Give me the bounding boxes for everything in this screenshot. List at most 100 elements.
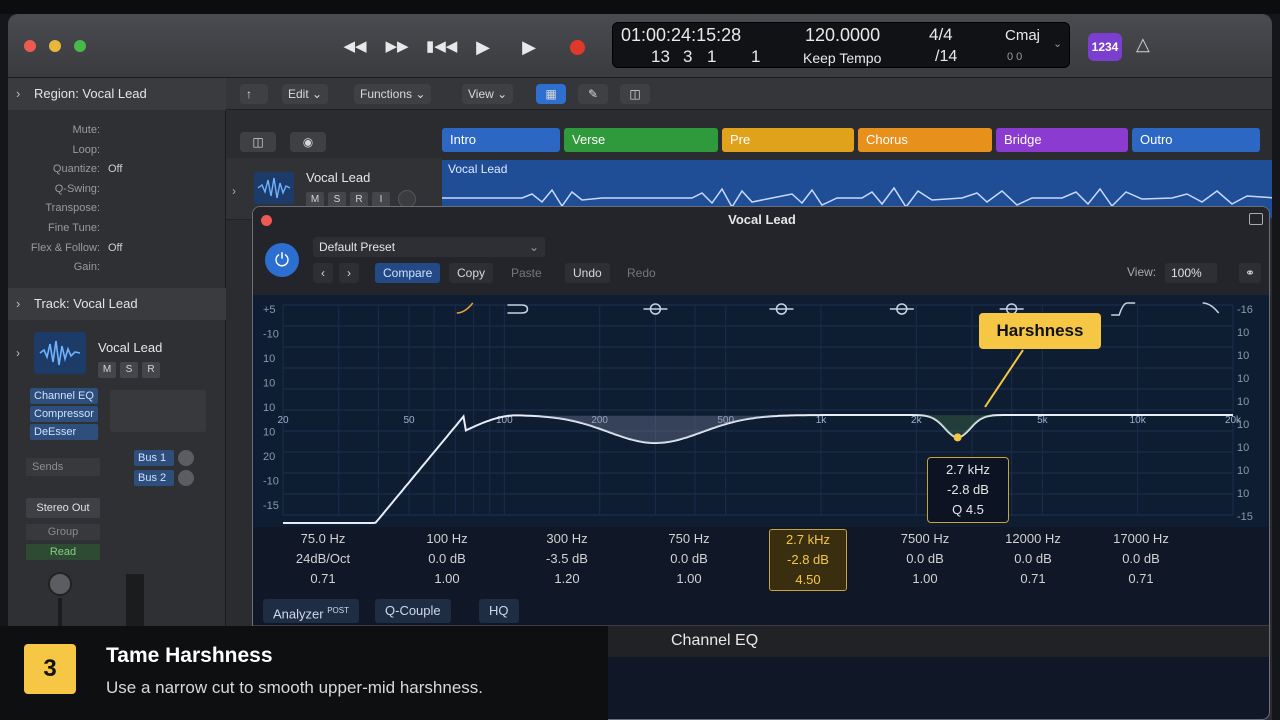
insert-slot-compressor[interactable]: Compressor	[30, 406, 98, 422]
callout-leader-line	[984, 349, 1024, 408]
param-value: Off	[108, 163, 123, 176]
insert-slot-deesser[interactable]: DeEsser	[30, 424, 98, 440]
stop-icon[interactable]: ▶	[514, 35, 544, 59]
zoom-window-button[interactable]	[74, 40, 86, 52]
section-marker-pre[interactable]: Pre	[722, 128, 854, 152]
rewind-icon[interactable]: ◀◀	[340, 35, 370, 59]
db-tick-label: -15	[1237, 511, 1253, 523]
functions-menu-label: Functions	[360, 87, 413, 101]
track-title: Track: Vocal Lead	[34, 296, 138, 311]
functions-menu[interactable]: Functions ⌄	[354, 84, 432, 104]
mute-button[interactable]: M	[98, 362, 116, 378]
global-tracks-icon[interactable]: ◉	[290, 132, 326, 152]
step-number: 3	[24, 644, 76, 694]
db-tick-label: 10	[263, 353, 275, 365]
insert-slot-channel-eq[interactable]: Channel EQ	[30, 388, 98, 404]
catch-icon[interactable]: ▦	[536, 84, 566, 104]
band-q: 1.00	[912, 571, 938, 586]
section-marker-intro[interactable]: Intro	[442, 128, 560, 152]
send-bus-1[interactable]: Bus 1	[134, 450, 174, 466]
fast-forward-icon[interactable]: ▶▶	[382, 35, 412, 59]
pencil-tool-icon[interactable]: ✎	[578, 84, 608, 104]
hq-button[interactable]: HQ	[479, 599, 519, 623]
previous-preset-icon[interactable]: ‹	[313, 263, 333, 283]
solo-button[interactable]: S	[120, 362, 138, 378]
db-tick-label: 10	[1237, 442, 1249, 454]
send-bus-2[interactable]: Bus 2	[134, 470, 174, 486]
paste-button[interactable]: Paste	[503, 263, 550, 283]
redo-button[interactable]: Redo	[619, 263, 664, 283]
band-column[interactable]: 7500 Hz 0.0 dB 1.00	[875, 529, 975, 589]
frequency-tick-label: 20	[277, 415, 289, 426]
band-q: 0.71	[1128, 571, 1154, 586]
db-tick-label: -15	[263, 500, 279, 512]
automation-mode[interactable]: Read	[26, 544, 100, 560]
db-tick-label: 10	[263, 402, 275, 414]
empty-insert-area	[110, 390, 206, 432]
band-column[interactable]: 12000 Hz 0.0 dB 0.71	[983, 529, 1083, 589]
send-knob[interactable]	[178, 470, 194, 486]
band-column[interactable]: 2.7 kHz -2.8 dB 4.50	[769, 529, 847, 591]
logic-window: ◀◀ ▶▶ ▮◀◀ ▶ ▶ 01:00:24:15:28 13 3 1 1 12…	[8, 14, 1272, 720]
band-freq: 750 Hz	[668, 531, 710, 546]
lcd-display[interactable]: 01:00:24:15:28 13 3 1 1 120.0000 Keep Te…	[612, 22, 1070, 68]
view-menu[interactable]: View ⌄	[462, 84, 514, 104]
preset-menu[interactable]: Default Preset ⌄	[313, 237, 545, 257]
key-sub: 0 0	[1007, 51, 1023, 63]
waveform-track-icon	[34, 332, 86, 374]
band-column[interactable]: 75.0 Hz 24dB/Oct 0.71	[273, 529, 373, 589]
track-inspector-header[interactable]: › Track: Vocal Lead	[8, 288, 226, 320]
section-marker-chorus[interactable]: Chorus	[858, 128, 992, 152]
marquee-tool-icon[interactable]: ◫	[620, 84, 650, 104]
next-preset-icon[interactable]: ›	[339, 263, 359, 283]
pan-knob[interactable]	[48, 572, 72, 596]
edit-menu-label: Edit	[288, 87, 309, 101]
region-inspector-header[interactable]: › Region: Vocal Lead	[8, 78, 226, 110]
undo-button[interactable]: Undo	[565, 263, 610, 283]
chevron-down-icon: ⌄	[528, 240, 539, 254]
q-couple-button[interactable]: Q-Couple	[375, 599, 451, 623]
band-column[interactable]: 100 Hz 0.0 dB 1.00	[397, 529, 497, 589]
send-knob[interactable]	[178, 450, 194, 466]
power-icon[interactable]: ⏻	[265, 243, 299, 277]
section-marker-bridge[interactable]: Bridge	[996, 128, 1128, 152]
compare-button[interactable]: Compare	[375, 263, 441, 283]
play-icon[interactable]: ▶	[468, 35, 498, 59]
band-column[interactable]: 17000 Hz 0.0 dB 0.71	[1091, 529, 1191, 589]
inspector-track-name: Vocal Lead	[98, 340, 163, 355]
band-column[interactable]: 750 Hz 0.0 dB 1.00	[639, 529, 739, 589]
window-minimize-icon[interactable]	[1249, 213, 1263, 225]
band-column[interactable]: 300 Hz -3.5 dB 1.20	[517, 529, 617, 589]
section-marker-outro[interactable]: Outro	[1132, 128, 1260, 152]
eq-graph[interactable]: 20 50 100 200 500 1k 2k 5k 10k 20k +5 -10 10 10 10 10 20…	[253, 295, 1269, 527]
sends-slot[interactable]: Sends	[26, 458, 100, 476]
edit-menu[interactable]: Edit ⌄	[282, 84, 329, 104]
copy-button[interactable]: Copy	[449, 263, 494, 283]
analyzer-button[interactable]: Analyzer POST	[263, 599, 359, 623]
chevron-down-icon[interactable]: ⌄	[1053, 37, 1062, 50]
close-window-button[interactable]	[24, 40, 36, 52]
view-menu-label: View	[468, 87, 494, 101]
output-slot[interactable]: Stereo Out	[26, 498, 100, 518]
count-in-badge[interactable]: 1234	[1088, 33, 1122, 61]
band-q: 0.71	[1020, 571, 1046, 586]
track-view-icon[interactable]: ◫	[240, 132, 276, 152]
zoom-select[interactable]: 100%	[1165, 263, 1217, 283]
beat-counter: 3	[683, 47, 693, 66]
link-icon[interactable]: ⚭	[1239, 263, 1261, 283]
db-tick-label: -10	[263, 329, 279, 341]
record-enable-button[interactable]: R	[142, 362, 160, 378]
record-icon[interactable]	[570, 40, 585, 55]
plugin-name: Channel EQ	[671, 632, 759, 649]
section-marker-verse[interactable]: Verse	[564, 128, 718, 152]
group-slot[interactable]: Group	[26, 524, 100, 540]
warning-icon[interactable]: △	[1136, 34, 1150, 55]
db-tick-label: +5	[263, 304, 276, 316]
db-tick-label: 10	[263, 427, 275, 439]
skip-back-icon[interactable]: ▮◀◀	[426, 35, 457, 59]
minimize-window-button[interactable]	[49, 40, 61, 52]
db-tick-label: 10	[1237, 327, 1249, 339]
key-value: Cmaj	[1005, 27, 1041, 44]
band-q: 1.20	[554, 571, 580, 586]
back-icon[interactable]: ↑	[240, 84, 268, 104]
